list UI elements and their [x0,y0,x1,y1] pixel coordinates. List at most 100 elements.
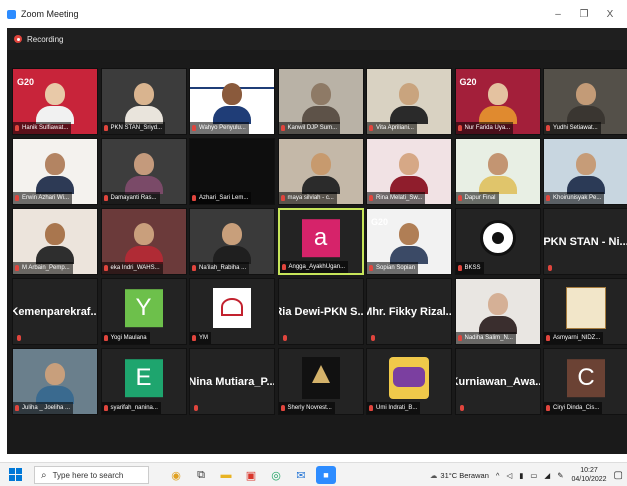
participant-tile[interactable]: a Angga_AyakhUgan... [277,208,364,275]
participant-tile[interactable]: Kanwil DJP Sum... [277,68,364,135]
taskbar-search[interactable]: ⌕ Type here to search [34,466,149,484]
participant-tile[interactable]: G20 Nur Farida Uya... [454,68,541,135]
mail-icon[interactable]: ✉ [291,466,311,484]
participant-tile[interactable]: Esyarifah_nanina... [100,348,187,415]
participant-name-text: Wahyo Penyulu... [199,125,246,131]
participant-tile[interactable]: Azhari_Sari Lem... [189,138,275,205]
widgets-icon[interactable]: ◉ [166,466,186,484]
participant-tile[interactable]: Mhr. Fikky Rizal... [366,278,452,345]
minimize-button[interactable]: – [545,0,571,28]
participant-tile[interactable]: Y Yogi Maulana [100,278,187,345]
network-icon[interactable]: ▭ [530,471,537,480]
participant-name-text: Umi Indrati_B... [376,405,418,411]
chrome-icon[interactable]: ◎ [266,466,286,484]
participant-name-text: Vita Apriliani... [376,125,414,131]
mic-muted-icon [103,405,108,411]
participant-tile[interactable]: YM [189,278,275,345]
participant-tile[interactable]: Na'ilah_Rabiha ... [189,208,275,275]
participant-name-text: M Arbain_Pemp... [22,265,70,271]
participant-tile[interactable]: eka Indri_WAHS... [100,208,187,275]
participant-tile[interactable]: C Ciryi Dinda_Cis... [543,348,627,415]
recording-indicator[interactable]: Recording [7,28,627,50]
participant-name: Damayanti Ras... [101,192,160,204]
participant-name: Yogi Maulana [101,332,150,344]
participant-name-text: Kanwil DJP Sum... [287,125,338,131]
participant-tile[interactable]: Khoirunisyak Pe... [543,138,627,205]
participant-tile[interactable]: Wahyo Penyulu... [189,68,275,135]
participant-name-text: Na'ilah_Rabiha ... [199,265,247,271]
participant-name-text: Azhari_Sari Lem... [199,195,249,201]
clock[interactable]: 10:27 04/10/2022 [572,466,607,484]
participant-name-text: Juliha _ Joeliha ... [22,405,71,411]
mic-muted-icon [369,125,373,131]
participant-tile[interactable]: M Arbain_Pemp... [12,208,98,275]
participant-logo: G20 [459,77,477,87]
mic-muted-icon [282,335,287,341]
participant-logo: G20 [371,217,389,227]
mic-muted-icon [280,195,285,201]
participant-name: Umi Indrati_B... [367,402,421,414]
participant-tile[interactable]: Dapur Final [454,138,541,205]
wifi-icon[interactable]: ◢ [544,471,550,480]
chevron-up-icon[interactable]: ^ [496,471,500,480]
participant-tile[interactable]: Asmyarni_NIDZ... [543,278,627,345]
mic-muted-icon [457,265,462,271]
participant-name: Angga_AyakhUgan... [279,261,349,273]
participant-name-display: PKN STAN - Ni... [544,235,627,248]
battery-icon[interactable]: ▮ [519,471,523,480]
participant-logo [301,357,340,400]
notifications-icon[interactable]: ▢ [614,470,623,481]
participant-tile[interactable]: Kurniawan_Awa... [454,348,541,415]
participant-name: Rina Melati_Sw... [367,192,426,204]
participant-tile[interactable]: Rina Melati_Sw... [366,138,452,205]
start-button[interactable] [6,466,24,484]
participant-figure [124,223,163,264]
mic-muted-icon [369,405,373,411]
participant-tile[interactable]: maya silviah - c... [277,138,364,205]
participant-tile[interactable]: Ria Dewi-PKN S... [277,278,364,345]
participant-tile[interactable]: Yudhi Setiawat... [543,68,627,135]
participant-name: Kanwil DJP Sum... [278,122,341,134]
participant-tile[interactable]: Juliha _ Joeliha ... [12,348,98,415]
participant-logo: G20 [17,77,35,87]
search-placeholder: Type here to search [52,470,124,480]
clock-date: 04/10/2022 [571,476,607,483]
pen-icon[interactable]: ✎ [557,471,563,480]
weather-icon[interactable]: ☁ [430,471,438,480]
participant-tile[interactable]: Umi Indrati_B... [366,348,452,415]
windows-taskbar: ⌕ Type here to search ◉ ⧉ ▬ ▣ ◎ ✉ ■ ☁ 31… [0,462,627,486]
volume-icon[interactable]: ◁ [506,471,512,480]
participant-tile[interactable]: G20 Sopian Sopian [366,208,452,275]
participant-tile[interactable]: Vita Apriliani... [366,68,452,135]
mic-muted-icon [546,405,550,411]
mic-muted-icon [103,335,108,341]
participant-avatar: Y [124,288,163,327]
restore-button[interactable]: ❐ [571,0,597,28]
zoom-taskbar-icon[interactable]: ■ [316,466,336,484]
participant-tile[interactable]: Nadiha Salim_N... [454,278,541,345]
store-icon[interactable]: ▣ [241,466,261,484]
participant-name-text: Erwin Azhari Wi... [22,195,70,201]
participant-tile[interactable]: PKN STAN_Sriyd... [100,68,187,135]
participant-tile[interactable]: Sherly Novrest... [277,348,364,415]
participant-tile[interactable]: G20 Hanik Sulfiawat... [12,68,98,135]
weather-text[interactable]: 31°C Berawan [440,471,488,480]
task-view-icon[interactable]: ⧉ [191,466,211,484]
participant-name-text: Damayanti Ras... [110,195,157,201]
participant-tile[interactable]: PKN STAN - Ni... [543,208,627,275]
file-explorer-icon[interactable]: ▬ [216,466,236,484]
zoom-app-icon [7,9,16,19]
taskbar-apps: ◉ ⧉ ▬ ▣ ◎ ✉ ■ [166,466,341,484]
mic-muted-icon [17,335,21,341]
participant-tile[interactable]: Nina Mutiara_P... [189,348,275,415]
clock-time: 10:27 [580,467,598,474]
participant-tile[interactable]: BKSS [454,208,541,275]
participant-tile[interactable]: Kemenparekraf... [12,278,98,345]
close-button[interactable]: X [597,0,623,28]
participant-tile[interactable]: Erwin Azhari Wi... [12,138,98,205]
participant-figure [390,153,428,194]
participant-name-text: Ciryi Dinda_Cis... [553,405,600,411]
participant-name-text: Yogi Maulana [110,335,147,341]
participant-tile[interactable]: Damayanti Ras... [100,138,187,205]
participant-figure [390,83,428,124]
